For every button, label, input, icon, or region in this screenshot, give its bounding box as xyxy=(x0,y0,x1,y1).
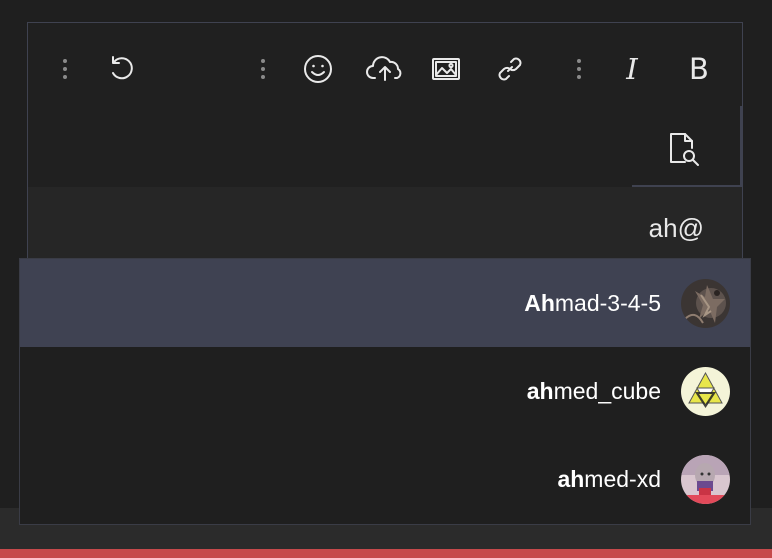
remaining-text: med_cube xyxy=(553,377,661,404)
typed-text: ah@ xyxy=(648,213,704,243)
link-icon xyxy=(498,57,522,81)
triforce-avatar-icon xyxy=(681,366,730,416)
toolbar-grip-icon[interactable] xyxy=(576,59,582,81)
preview-toggle[interactable] xyxy=(632,106,742,187)
upload-button[interactable] xyxy=(363,51,407,87)
matched-text: ah xyxy=(526,377,554,404)
remaining-text: mad-3-4-5 xyxy=(554,289,661,316)
suggestion-username: ahmed_cube xyxy=(527,378,661,405)
accent-bar xyxy=(0,549,772,558)
undo-icon xyxy=(112,56,133,80)
undo-button[interactable] xyxy=(104,51,140,87)
toolbar-grip-icon[interactable] xyxy=(62,59,68,81)
italic-button[interactable]: I xyxy=(614,51,650,87)
bold-button[interactable]: B xyxy=(681,51,717,87)
cloud-upload-icon xyxy=(366,56,402,81)
image-button[interactable] xyxy=(428,51,464,87)
suggestion-item[interactable]: Ahmad-3-4-5 xyxy=(20,259,750,347)
toolbar: I B xyxy=(28,23,742,116)
photo-avatar-icon xyxy=(681,454,730,504)
remaining-text: med-xd xyxy=(584,465,661,492)
suggestion-username: ahmed-xd xyxy=(557,466,661,493)
document-search-icon xyxy=(670,133,699,166)
avatar xyxy=(681,278,730,328)
toolbar-grip-icon[interactable] xyxy=(260,59,266,81)
suggestion-username: Ahmad-3-4-5 xyxy=(524,290,661,317)
matched-text: Ah xyxy=(524,289,555,316)
smiley-icon xyxy=(304,55,332,83)
link-button[interactable] xyxy=(492,51,528,87)
avatar xyxy=(681,366,730,416)
matched-text: ah xyxy=(557,465,585,492)
image-icon xyxy=(432,58,460,80)
mention-suggestions: Ahmad-3-4-5 ahmed_cube ahmed-xd xyxy=(19,258,751,525)
suggestion-item[interactable]: ahmed-xd xyxy=(20,435,750,523)
emoji-button[interactable] xyxy=(300,51,336,87)
dark-creature-avatar-icon xyxy=(681,278,730,328)
suggestion-item[interactable]: ahmed_cube xyxy=(20,347,750,435)
avatar xyxy=(681,454,730,504)
